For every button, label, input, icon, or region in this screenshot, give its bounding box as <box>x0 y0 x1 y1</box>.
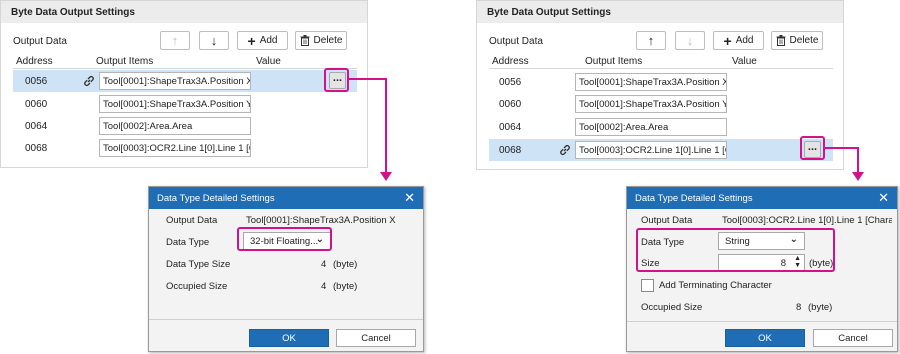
data-type-size-highlight <box>636 228 835 272</box>
output-item-field[interactable]: Tool[0002]:Area.Area <box>99 117 251 135</box>
occupied-size-value: 8 <box>796 302 802 313</box>
data-type-highlight <box>237 227 332 251</box>
close-icon[interactable]: ✕ <box>878 190 889 206</box>
data-type-size-unit: (byte) <box>333 259 358 270</box>
dialog-title: Data Type Detailed Settings <box>149 187 423 209</box>
connector-arrowhead <box>852 172 864 181</box>
ok-button[interactable]: OK <box>249 329 329 347</box>
dialog-divider <box>627 321 897 322</box>
output-item-field[interactable]: Tool[0002]:Area.Area <box>575 118 727 136</box>
trash-icon <box>300 35 310 46</box>
link-icon <box>84 75 94 87</box>
output-items-header: Output Items <box>585 56 643 67</box>
plus-icon: + <box>247 32 256 49</box>
address-cell: 0056 <box>499 77 522 88</box>
value-header: Value <box>256 56 281 67</box>
ok-button[interactable]: OK <box>725 329 805 347</box>
dialog-title: Data Type Detailed Settings <box>627 187 897 209</box>
output-items-header: Output Items <box>96 56 154 67</box>
cancel-button[interactable]: Cancel <box>813 329 893 347</box>
address-cell: 0060 <box>25 99 48 110</box>
move-down-button[interactable]: ↓ <box>199 31 229 50</box>
header-divider <box>13 68 357 69</box>
address-header: Address <box>16 56 53 67</box>
occupied-size-label: Occupied Size <box>641 302 703 313</box>
address-cell: 0064 <box>499 122 522 133</box>
arrow-up-icon: ↑ <box>647 33 655 48</box>
address-cell: 0060 <box>499 99 522 110</box>
add-button[interactable]: + Add <box>237 31 288 50</box>
plus-icon: + <box>723 32 732 49</box>
value-header: Value <box>732 56 757 67</box>
output-item-field[interactable]: Tool[0001]:ShapeTrax3A.Position X <box>99 72 251 90</box>
table-row[interactable]: 0060 Tool[0001]:ShapeTrax3A.Position Y <box>489 93 833 115</box>
add-terminating-label: Add Terminating Character <box>659 280 772 291</box>
panel-title: Byte Data Output Settings <box>1 1 367 23</box>
occupied-size-label: Occupied Size <box>166 281 228 292</box>
output-item-field[interactable]: Tool[0001]:ShapeTrax3A.Position X <box>575 73 727 91</box>
output-item-field[interactable]: Tool[0003]:OCR2.Line 1[0].Line 1 [Ch <box>99 139 251 157</box>
table-row[interactable]: 0060 Tool[0001]:ShapeTrax3A.Position Y <box>13 93 357 115</box>
connector-arrowhead <box>380 172 392 181</box>
occupied-size-unit: (byte) <box>333 281 358 292</box>
connector-line <box>825 147 859 149</box>
delete-button-label: Delete <box>789 35 819 46</box>
trash-icon <box>776 35 786 46</box>
output-data-label: Output Data <box>166 215 218 226</box>
arrow-up-icon: ↑ <box>171 33 179 48</box>
output-item-field[interactable]: Tool[0001]:ShapeTrax3A.Position Y <box>99 95 251 113</box>
table-row[interactable]: 0056 Tool[0001]:ShapeTrax3A.Position X <box>489 71 833 93</box>
delete-button[interactable]: Delete <box>295 31 347 50</box>
table-row-selected[interactable]: 0068 Tool[0003]:OCR2.Line 1[0].Line 1 [C… <box>489 139 833 161</box>
details-button-highlight <box>800 136 825 160</box>
occupied-size-value: 4 <box>321 281 327 292</box>
address-cell: 0068 <box>25 143 48 154</box>
move-up-button[interactable]: ↑ <box>160 31 190 50</box>
delete-button-label: Delete <box>313 35 343 46</box>
move-up-button[interactable]: ↑ <box>636 31 666 50</box>
output-data-label: Output Data <box>641 215 693 226</box>
output-data-label: Output Data <box>489 36 543 47</box>
cancel-button[interactable]: Cancel <box>336 329 416 347</box>
header-divider <box>489 68 833 69</box>
panel-title: Byte Data Output Settings <box>477 1 843 23</box>
address-header: Address <box>492 56 529 67</box>
output-item-field[interactable]: Tool[0003]:OCR2.Line 1[0].Line 1 [Ch <box>575 141 727 159</box>
address-cell: 0056 <box>25 76 48 87</box>
address-cell: 0068 <box>499 145 522 156</box>
output-data-value: Tool[0003]:OCR2.Line 1[0].Line 1 [Charac… <box>722 215 892 226</box>
table-row-selected[interactable]: 0056 Tool[0001]:ShapeTrax3A.Position X .… <box>13 70 357 92</box>
arrow-down-icon: ↓ <box>210 33 218 48</box>
close-icon[interactable]: ✕ <box>404 190 415 206</box>
left-data-type-dialog: Data Type Detailed Settings ✕ Output Dat… <box>148 186 424 352</box>
table-row[interactable]: 0068 Tool[0003]:OCR2.Line 1[0].Line 1 [C… <box>13 137 357 159</box>
add-button[interactable]: + Add <box>713 31 764 50</box>
details-button-highlight <box>324 68 349 92</box>
left-output-panel: Byte Data Output Settings Output Data ↑ … <box>0 0 368 168</box>
right-output-panel: Byte Data Output Settings Output Data ↑ … <box>476 0 844 170</box>
address-cell: 0064 <box>25 121 48 132</box>
connector-line <box>857 147 859 172</box>
output-data-value: Tool[0001]:ShapeTrax3A.Position X <box>246 215 396 226</box>
dialog-divider <box>149 319 423 320</box>
table-row[interactable]: 0064 Tool[0002]:Area.Area <box>13 115 357 137</box>
connector-line <box>385 78 387 172</box>
add-terminating-checkbox[interactable] <box>641 279 654 292</box>
data-type-size-value: 4 <box>321 259 327 270</box>
link-icon <box>560 144 570 156</box>
data-type-size-label: Data Type Size <box>166 259 231 270</box>
add-button-label: Add <box>259 35 278 46</box>
table-row[interactable]: 0064 Tool[0002]:Area.Area <box>489 116 833 138</box>
output-item-field[interactable]: Tool[0001]:ShapeTrax3A.Position Y <box>575 95 727 113</box>
output-data-label: Output Data <box>13 36 67 47</box>
arrow-down-icon: ↓ <box>686 33 694 48</box>
occupied-size-unit: (byte) <box>808 302 833 313</box>
connector-line <box>349 78 387 80</box>
move-down-button[interactable]: ↓ <box>675 31 705 50</box>
add-button-label: Add <box>735 35 754 46</box>
data-type-label: Data Type <box>166 237 210 248</box>
delete-button[interactable]: Delete <box>771 31 823 50</box>
